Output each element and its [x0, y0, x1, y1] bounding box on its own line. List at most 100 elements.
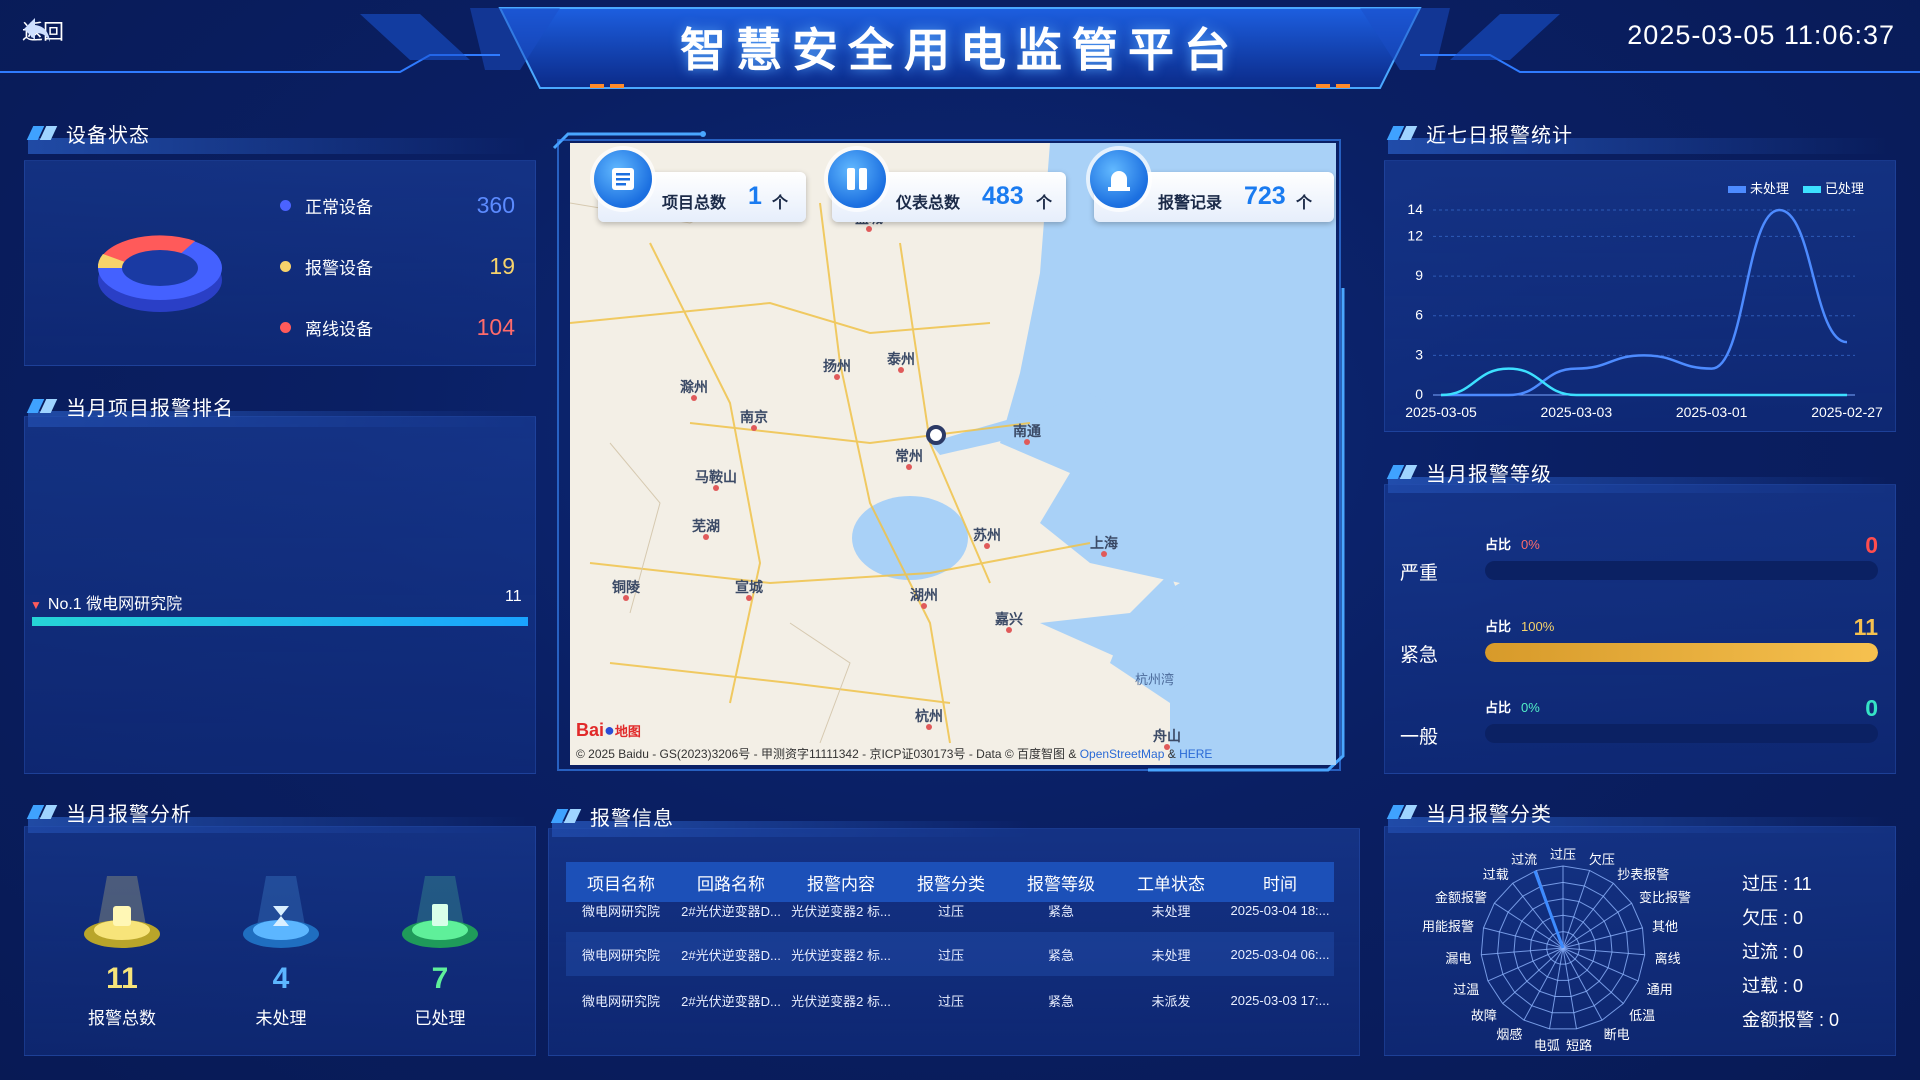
city-label: 泰州 — [887, 351, 915, 373]
radar-label: 过流 — [1511, 852, 1538, 868]
radar-spoke — [1562, 902, 1632, 949]
radar-label: 故障 — [1470, 1008, 1497, 1024]
x-tick-label: 2025-03-05 — [1405, 404, 1477, 420]
city-label: 南京 — [740, 409, 768, 431]
title-mark-icon — [26, 126, 58, 140]
datetime: 2025-03-05 11:06:37 — [1627, 20, 1895, 50]
radar-spoke — [1562, 927, 1643, 949]
col-circuit[interactable]: 回路名称 — [676, 870, 786, 895]
y-tick-label: 6 — [1415, 307, 1423, 323]
y-tick-label: 3 — [1415, 346, 1423, 362]
radar-label: 抄表报警 — [1617, 867, 1670, 883]
radar-label: 断电 — [1603, 1027, 1630, 1043]
title-mark-icon — [26, 805, 58, 819]
rank-triangle-icon: ▼ — [30, 598, 42, 612]
weekly-alarm-chart[interactable]: 0 3 6 9 12 14 2025-03-05 2025-03-03 2025-03-01 20… — [1385, 170, 1890, 425]
alarm-level-title: 当月报警等级 — [1386, 455, 1888, 493]
level-urgent-name: 紧急 — [1400, 645, 1439, 666]
map-marker[interactable] — [926, 425, 946, 445]
meter-total-card[interactable]: 仪表总数 483 个 — [828, 150, 1066, 222]
radar-label: 其他 — [1652, 919, 1679, 935]
table-row[interactable]: 微电网研究院 2#光伏逆变器D... 光伏逆变器2 标... 过压 紧急 未处理… — [566, 932, 1334, 976]
city-label: 常州 — [895, 448, 923, 470]
city-label: 芜湖 — [692, 518, 720, 540]
alarm-beacon-icon — [84, 876, 160, 948]
col-status[interactable]: 工单状态 — [1116, 870, 1226, 895]
radar-label: 金额报警 — [1434, 890, 1487, 906]
radar-spoke — [1562, 882, 1614, 949]
stat-unprocessed: 4 未处理 — [255, 962, 307, 1028]
here-link[interactable]: HERE — [1179, 747, 1212, 761]
paw-icon: ● — [604, 720, 615, 740]
radar-label: 欠压 — [1588, 852, 1615, 868]
city-label: 杭州 — [915, 708, 943, 730]
y-tick-label: 12 — [1407, 227, 1423, 243]
radar-label: 过载 — [1482, 867, 1509, 883]
alarm-table-header: 项目名称 回路名称 报警内容 报警分类 报警等级 工单状态 时间 — [566, 862, 1334, 902]
city-label: 南通 — [1013, 423, 1041, 445]
col-category[interactable]: 报警分类 — [896, 870, 1006, 895]
level-urgent-pct: 占比 100% — [1485, 619, 1555, 634]
table-row[interactable]: 微电网研究院 2#光伏逆变器D... 光伏逆变器2 标... 过压 紧急 未派发… — [566, 978, 1334, 1022]
stat-processed: 7 已处理 — [414, 962, 466, 1028]
series-line[interactable] — [1440, 208, 1848, 397]
legend-alarm: 报警设备 19 — [280, 253, 515, 280]
meter-icon — [828, 150, 886, 208]
col-project[interactable]: 项目名称 — [566, 870, 676, 895]
map-logo: Bai●地图 — [576, 720, 641, 740]
city-label: 湖州 — [910, 587, 938, 609]
city-label: 苏州 — [973, 527, 1001, 549]
sea-label: 杭州湾 — [1135, 672, 1175, 687]
device-status-title: 设备状态 — [26, 116, 528, 154]
radar-spoke — [1494, 902, 1564, 949]
radar-label: 过压 — [1550, 847, 1577, 862]
project-ranking-title: 当月项目报警排名 — [26, 389, 528, 427]
weekly-stats-title: 近七日报警统计 — [1386, 116, 1888, 154]
hourglass-icon — [243, 876, 319, 948]
col-level[interactable]: 报警等级 — [1006, 870, 1116, 895]
osm-link[interactable]: OpenStreetMap — [1080, 747, 1165, 761]
radar-label: 漏电 — [1445, 950, 1472, 966]
device-status-donut — [97, 235, 222, 312]
radar-label: 低温 — [1629, 1008, 1656, 1024]
city-label: 上海 — [1090, 535, 1118, 557]
title-mark-icon — [1386, 805, 1418, 819]
radar-label: 过温 — [1453, 981, 1480, 997]
project-total-card[interactable]: 项目总数 1 个 — [594, 150, 806, 222]
class-stat-amount: 金额报警 : 0 — [1742, 1010, 1840, 1030]
city-label: 宣城 — [735, 579, 763, 601]
map-canvas[interactable] — [570, 143, 1336, 765]
ranking-item-label: ▼ No.1 微电网研究院 — [30, 596, 183, 613]
map-view[interactable]: 盐城 扬州 泰州 滁州 南京 南通 常州 马鞍山 芜湖 苏州 上海 铜陵 宣城 … — [570, 143, 1336, 765]
level-severe-pct: 占比 0% — [1485, 537, 1540, 552]
level-normal-name: 一般 — [1400, 727, 1439, 748]
city-label: 马鞍山 — [695, 469, 737, 491]
col-time[interactable]: 时间 — [1226, 870, 1334, 895]
radar-label: 用能报警 — [1421, 919, 1474, 935]
radar-spoke — [1512, 882, 1564, 949]
clipboard-check-icon — [402, 876, 478, 948]
city-label: 嘉兴 — [995, 611, 1023, 633]
level-normal-value: 0 — [1865, 695, 1878, 721]
radar-spoke — [1483, 927, 1564, 949]
map-copyright: © 2025 Baidu - GS(2023)3206号 - 甲测资字11111… — [576, 747, 1213, 761]
col-content[interactable]: 报警内容 — [786, 870, 896, 895]
level-severe-name: 严重 — [1400, 563, 1439, 584]
header: 返回 智慧安全用电监管平台 2025-03-05 11:06:37 — [0, 0, 1920, 100]
radar-label: 离线 — [1654, 950, 1681, 966]
series-line[interactable] — [1440, 367, 1847, 397]
table-row[interactable]: 微电网研究院 2#光伏逆变器D... 光伏逆变器2 标... 过压 紧急 未处理… — [566, 902, 1334, 932]
city-label: 舟山 — [1153, 728, 1181, 750]
level-urgent-bar — [1485, 643, 1878, 662]
x-tick-label: 2025-02-27 — [1811, 404, 1883, 420]
class-stat-overload: 过载 : 0 — [1742, 976, 1804, 996]
ranking-item-bar — [32, 617, 528, 626]
city-label: 铜陵 — [612, 579, 640, 601]
alarm-record-card[interactable]: 报警记录 723 个 — [1090, 150, 1334, 222]
class-stat-undervoltage: 欠压 : 0 — [1742, 908, 1804, 928]
title-mark-icon — [550, 809, 582, 823]
class-stat-overvoltage: 过压 : 11 — [1742, 874, 1812, 894]
x-tick-label: 2025-03-03 — [1541, 404, 1613, 420]
title-mark-icon — [1386, 126, 1418, 140]
alarm-table-body[interactable]: 微电网研究院 2#光伏逆变器D... 光伏逆变器2 标... 过压 紧急 未处理… — [566, 902, 1334, 1044]
